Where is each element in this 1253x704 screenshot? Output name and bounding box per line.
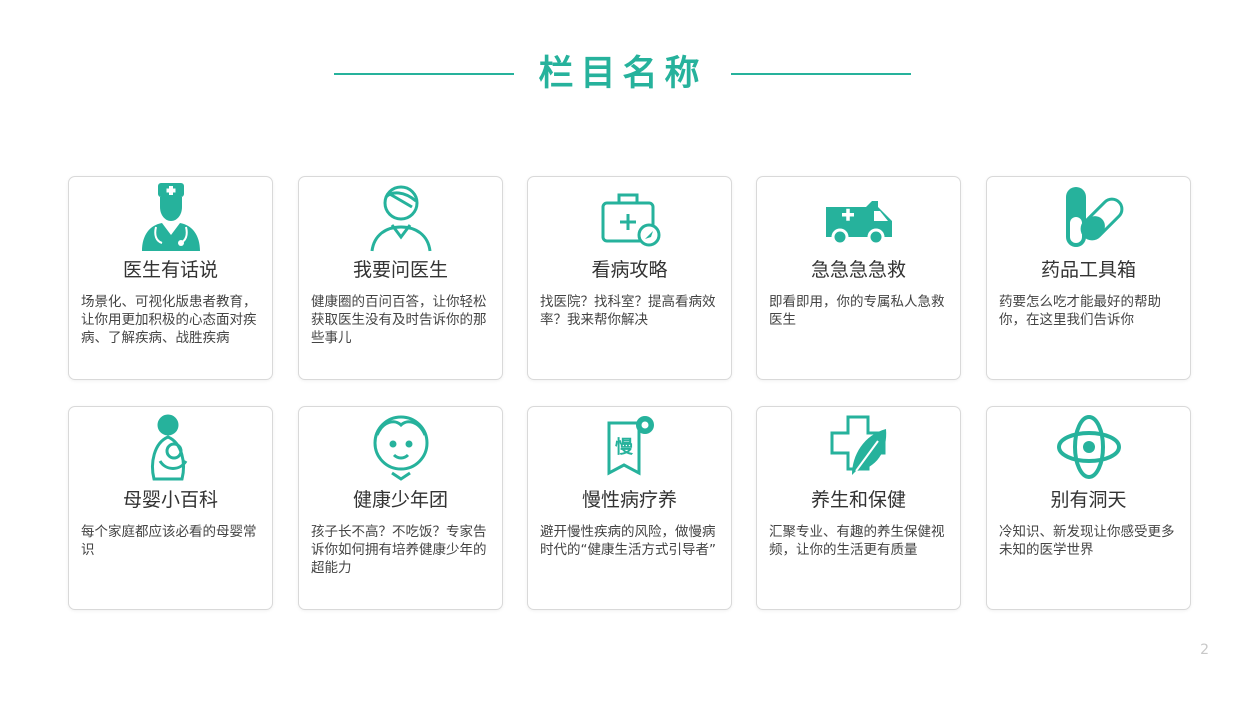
card-healthy-teens[interactable]: 健康少年团 孩子长不高？不吃饭？专家告诉你如何拥有培养健康少年的超能力: [298, 406, 503, 610]
card-title: 养生和保健: [810, 489, 906, 511]
card-description: 药要怎么吃才能最好的帮助你，在这里我们告诉你: [999, 294, 1161, 328]
title-divider-left: [334, 73, 514, 75]
card-description: 即看即用，你的专属私人急救医生: [769, 294, 945, 328]
card-medicine-toolbox[interactable]: 药品工具箱 药要怎么吃才能最好的帮助你，在这里我们告诉你: [986, 176, 1191, 380]
chronic-glyph: 慢: [615, 436, 634, 458]
chronic-book-icon: 慢: [593, 411, 667, 483]
card-maternal-baby[interactable]: 母婴小百科 每个家庭都应该必看的母婴常识: [68, 406, 273, 610]
doctor-icon: [134, 181, 208, 253]
card-title: 别有洞天: [1050, 489, 1127, 511]
card-title: 药品工具箱: [1040, 259, 1136, 281]
card-description: 健康圈的百问百答，让你轻松获取医生没有及时告诉你的那些事儿: [311, 294, 487, 346]
card-title: 健康少年团: [352, 489, 448, 511]
mother-baby-icon: [134, 411, 208, 483]
card-title: 母婴小百科: [122, 489, 218, 511]
card-chronic-care[interactable]: 慢 慢性病疗养 避开慢性疾病的风险，做慢病时代的“健康生活方式引导者”: [527, 406, 732, 610]
atom-icon: [1052, 411, 1126, 483]
card-first-aid[interactable]: 急急急急救 即看即用，你的专属私人急救医生: [756, 176, 961, 380]
patient-icon: [364, 181, 438, 253]
card-title: 医生有话说: [122, 259, 218, 281]
ambulance-icon: [822, 181, 896, 253]
card-description: 冷知识、新发现让你感受更多未知的医学世界: [999, 524, 1175, 558]
card-description: 找医院？找科室？提高看病效率？我来帮你解决: [540, 294, 716, 328]
card-description: 汇聚专业、有趣的养生保健视频，让你的生活更有质量: [769, 524, 945, 558]
card-ask-doctor[interactable]: 我要问医生 健康圈的百问百答，让你轻松获取医生没有及时告诉你的那些事儿: [298, 176, 503, 380]
card-visit-guide[interactable]: 看病攻略 找医院？找科室？提高看病效率？我来帮你解决: [527, 176, 732, 380]
section-header: 栏目名称: [0, 48, 1253, 100]
page-title: 栏目名称: [538, 54, 707, 94]
title-divider-right: [731, 73, 911, 75]
card-hidden-world[interactable]: 别有洞天 冷知识、新发现让你感受更多未知的医学世界: [986, 406, 1191, 610]
card-title: 急急急急救: [810, 259, 906, 281]
card-wellness[interactable]: 养生和保健 汇聚专业、有趣的养生保健视频，让你的生活更有质量: [756, 406, 961, 610]
card-title: 看病攻略: [591, 259, 668, 281]
medical-kit-icon: [593, 181, 667, 253]
card-description: 每个家庭都应该必看的母婴常识: [81, 524, 257, 558]
child-icon: [364, 411, 438, 483]
card-description: 孩子长不高？不吃饭？专家告诉你如何拥有培养健康少年的超能力: [311, 524, 487, 576]
card-title: 我要问医生: [352, 259, 448, 281]
leaf-cross-icon: [822, 411, 896, 483]
card-description: 场景化、可视化版患者教育，让你用更加积极的心态面对疾病、了解疾病、战胜疾病: [81, 294, 257, 346]
card-description: 避开慢性疾病的风险，做慢病时代的“健康生活方式引导者”: [540, 524, 716, 558]
pills-icon: [1052, 181, 1126, 253]
card-title: 慢性病疗养: [581, 489, 677, 511]
card-doctor-talk[interactable]: 医生有话说 场景化、可视化版患者教育，让你用更加积极的心态面对疾病、了解疾病、战…: [68, 176, 273, 380]
page-number: 2: [1200, 642, 1209, 658]
